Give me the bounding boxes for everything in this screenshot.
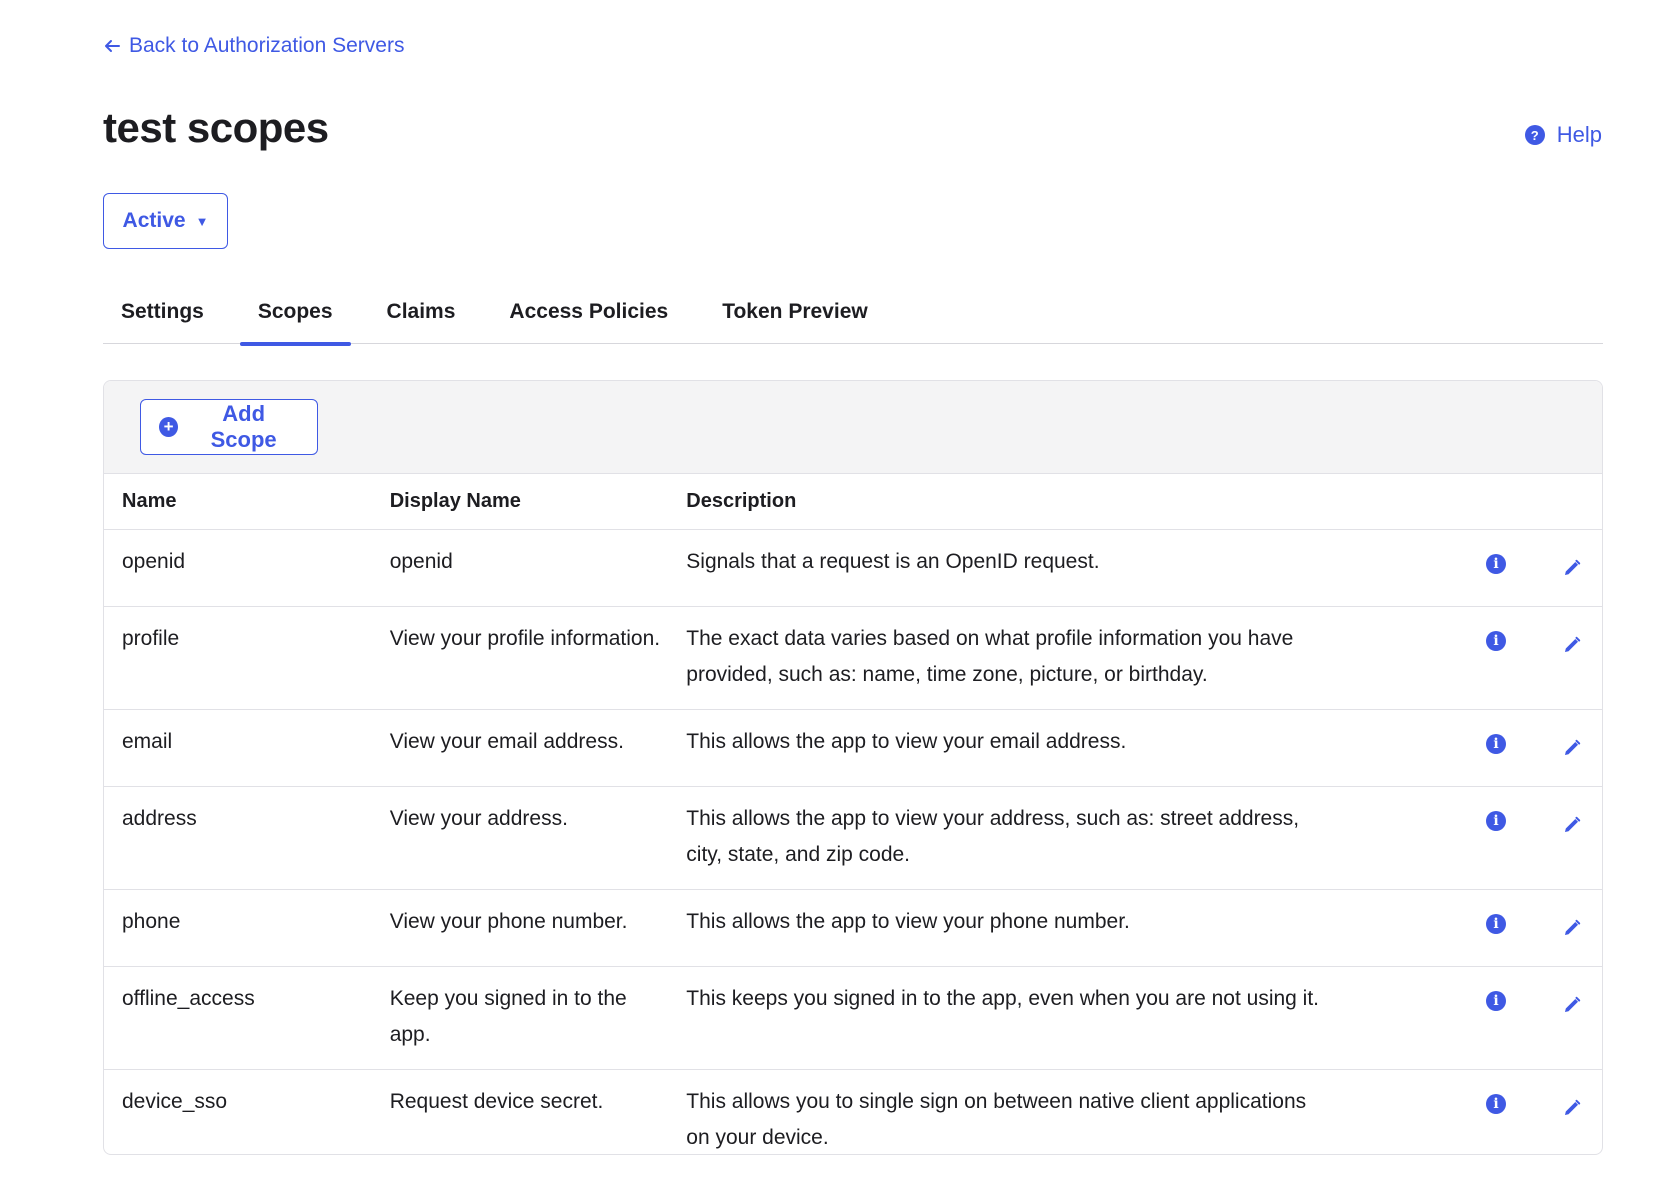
pencil-icon[interactable] xyxy=(1562,734,1582,770)
table-body: openid openid Signals that a request is an… xyxy=(104,529,1602,1154)
tab-label: Claims xyxy=(386,300,456,323)
scope-display-name-cell: View your phone number. xyxy=(371,889,669,967)
tab-access-policies[interactable]: Access Policies xyxy=(491,288,686,344)
tab-scopes[interactable]: Scopes xyxy=(239,288,351,346)
scope-description-cell: This allows the app to view your email a… xyxy=(668,709,1443,787)
scope-actions-cell: i xyxy=(1442,606,1602,710)
scope-actions-cell: i xyxy=(1442,966,1602,1070)
scope-display-name-cell: View your address. xyxy=(371,786,669,890)
add-scope-label: Add Scope xyxy=(210,401,277,452)
page: Back to Authorization Servers test scope… xyxy=(0,0,1668,1182)
scope-display-name-cell: View your email address. xyxy=(371,709,669,787)
panel-toolbar: + Add Scope xyxy=(104,381,1602,474)
scope-name-cell: address xyxy=(104,786,372,890)
plus-circle-icon: + xyxy=(159,417,179,437)
info-icon[interactable]: i xyxy=(1486,1093,1507,1114)
tab-bar: Settings Scopes Claims Access Policies T… xyxy=(103,288,1603,346)
scope-actions-cell: i xyxy=(1442,786,1602,890)
tab-settings[interactable]: Settings xyxy=(103,288,222,344)
scope-actions-cell: i xyxy=(1442,1069,1602,1154)
scope-display-name-cell: openid xyxy=(371,529,669,607)
info-icon[interactable]: i xyxy=(1486,553,1507,574)
column-header-actions xyxy=(1442,474,1602,530)
scope-name-cell: phone xyxy=(104,889,372,967)
pencil-icon[interactable] xyxy=(1562,811,1582,847)
scope-display-name-cell: View your profile information. xyxy=(371,606,669,710)
scope-actions-cell: i xyxy=(1442,889,1602,967)
scope-description-cell: This keeps you signed in to the app, eve… xyxy=(668,966,1443,1070)
scope-actions-cell: i xyxy=(1442,529,1602,607)
info-icon[interactable]: i xyxy=(1486,733,1507,754)
column-header-display-name: Display Name xyxy=(371,474,669,530)
info-icon[interactable]: i xyxy=(1486,913,1507,934)
pencil-icon[interactable] xyxy=(1562,1094,1582,1130)
table-row: email View your email address. This allows… xyxy=(104,709,1602,787)
table-row: openid openid Signals that a request is an… xyxy=(104,529,1602,607)
back-to-authorization-servers-link[interactable]: Back to Authorization Servers xyxy=(103,34,404,58)
scope-description-cell: The exact data varies based on what prof… xyxy=(668,606,1443,710)
tab-label: Access Policies xyxy=(509,300,669,323)
table-row: phone View your phone number. This allows … xyxy=(104,889,1602,967)
help-link[interactable]: ? Help xyxy=(1524,122,1602,148)
scope-description-cell: This allows the app to view your phone n… xyxy=(668,889,1443,967)
add-scope-button[interactable]: + Add Scope xyxy=(140,399,318,455)
tab-token-preview[interactable]: Token Preview xyxy=(704,288,886,344)
scope-description-cell: This allows you to single sign on betwee… xyxy=(686,1089,1307,1149)
table-row: offline_access Keep you signed in to the … xyxy=(104,966,1602,1070)
tab-claims[interactable]: Claims xyxy=(369,288,474,344)
tab-label: Scopes xyxy=(257,300,333,323)
scope-display-name-cell: Keep you signed in to the app. xyxy=(371,966,669,1070)
column-header-name: Name xyxy=(104,474,372,530)
scope-description-cell: Signals that a request is an OpenID requ… xyxy=(668,529,1443,607)
scope-display-name-cell: Request device secret. xyxy=(389,1089,604,1113)
table-row: profile View your profile information. The… xyxy=(104,606,1602,710)
status-dropdown-label: Active xyxy=(122,209,186,232)
tab-label: Settings xyxy=(121,300,204,323)
pencil-icon[interactable] xyxy=(1562,554,1582,590)
status-dropdown[interactable]: Active ▼ xyxy=(103,193,228,249)
scope-name-cell: profile xyxy=(104,606,372,710)
info-icon[interactable]: i xyxy=(1486,810,1507,831)
scope-name-cell: device_sso xyxy=(122,1089,228,1113)
page-title: test scopes xyxy=(103,104,329,151)
arrow-left-icon xyxy=(105,40,120,52)
help-icon: ? xyxy=(1524,125,1545,145)
help-label: Help xyxy=(1556,122,1602,147)
pencil-icon[interactable] xyxy=(1562,991,1582,1027)
scopes-table: Name Display Name Description openid open… xyxy=(104,474,1602,1154)
scope-name-cell: offline_access xyxy=(104,966,372,1070)
pencil-icon[interactable] xyxy=(1562,631,1582,667)
back-link-label: Back to Authorization Servers xyxy=(129,34,405,57)
scopes-panel: + Add Scope Name Display Name Descriptio… xyxy=(103,380,1603,1155)
info-icon[interactable]: i xyxy=(1486,630,1507,651)
info-icon[interactable]: i xyxy=(1486,990,1507,1011)
caret-down-icon: ▼ xyxy=(195,213,209,229)
table-row: address View your address. This allows the… xyxy=(104,786,1602,890)
tab-label: Token Preview xyxy=(722,300,868,323)
table-header-row: Name Display Name Description xyxy=(104,474,1602,530)
column-header-description: Description xyxy=(668,474,1443,530)
pencil-icon[interactable] xyxy=(1562,914,1582,950)
scope-name-cell: email xyxy=(104,709,372,787)
table-row: device_sso Request device secret. This all… xyxy=(104,1069,1602,1154)
scope-description-cell: This allows the app to view your address… xyxy=(668,786,1443,890)
scope-name-cell: openid xyxy=(104,529,372,607)
scope-actions-cell: i xyxy=(1442,709,1602,787)
